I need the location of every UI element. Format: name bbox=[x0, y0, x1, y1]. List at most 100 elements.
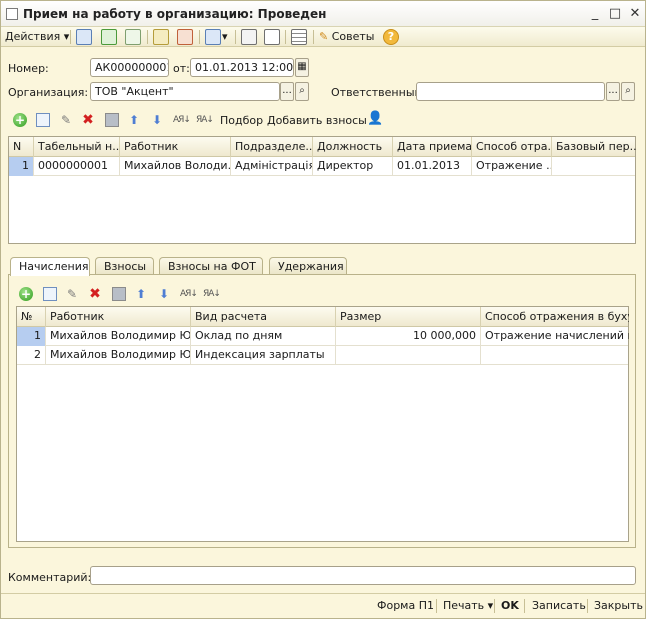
footer-separator bbox=[524, 599, 525, 613]
comment-label: Комментарий: bbox=[8, 571, 92, 584]
move-down-icon[interactable]: ⬇ bbox=[150, 113, 164, 127]
table-cell[interactable]: Индексация зарплаты bbox=[191, 346, 336, 365]
print-button[interactable]: Печать ▾ bbox=[443, 599, 493, 612]
post-and-close-icon[interactable] bbox=[76, 29, 92, 45]
table-cell[interactable]: Отражение начислений п... bbox=[481, 327, 629, 346]
accruals-tab-panel: + ✎ ✖ ⬆ ⬇ AЯ↓ ЯA↓ № Работник Вид расчета… bbox=[8, 274, 636, 548]
number-field[interactable]: АК000000001 bbox=[90, 58, 169, 77]
organization-select-button[interactable]: ... bbox=[280, 82, 294, 101]
add-row-icon[interactable]: + bbox=[13, 113, 27, 127]
move-up-icon[interactable]: ⬆ bbox=[134, 287, 148, 301]
column-header[interactable]: Должность bbox=[313, 137, 393, 157]
form-p1-button[interactable]: Форма П1 bbox=[377, 599, 434, 612]
copy-document-icon[interactable] bbox=[125, 29, 141, 45]
enter-on-basis-icon[interactable] bbox=[205, 29, 221, 45]
search-icon[interactable]: ⌕ bbox=[621, 82, 635, 101]
add-contributions-button[interactable]: Добавить взносы bbox=[267, 114, 367, 127]
tab-contributions[interactable]: Взносы bbox=[95, 257, 154, 275]
maximize-button[interactable]: □ bbox=[607, 6, 623, 22]
table-cell[interactable] bbox=[552, 157, 636, 176]
copy-row-icon[interactable] bbox=[43, 287, 57, 301]
sort-descending-icon[interactable]: ЯA↓ bbox=[196, 113, 214, 127]
tab-payroll-contributions[interactable]: Взносы на ФОТ bbox=[159, 257, 263, 275]
end-edit-icon[interactable] bbox=[105, 113, 119, 127]
table-row[interactable]: 1 0000000001 Михайлов Володи... Адмініст… bbox=[9, 157, 635, 176]
table-cell[interactable]: Адміністрація bbox=[231, 157, 313, 176]
responsible-field[interactable] bbox=[416, 82, 605, 101]
table-cell[interactable]: 10 000,000 bbox=[336, 327, 481, 346]
table-cell[interactable]: Михайлов Володимир Ю... bbox=[46, 346, 191, 365]
sort-ascending-icon[interactable]: AЯ↓ bbox=[173, 113, 191, 127]
save-button[interactable]: Записать bbox=[532, 599, 586, 612]
base-document-icon[interactable] bbox=[153, 29, 169, 45]
row-number-cell[interactable]: 1 bbox=[17, 327, 46, 346]
column-header[interactable]: Работник bbox=[120, 137, 231, 157]
column-header[interactable]: Работник bbox=[46, 307, 191, 327]
column-header[interactable]: Подразделе... bbox=[231, 137, 313, 157]
report-icon[interactable] bbox=[264, 29, 280, 45]
table-cell[interactable] bbox=[481, 346, 629, 365]
delete-row-icon[interactable]: ✖ bbox=[88, 287, 102, 301]
post-icon[interactable] bbox=[101, 29, 117, 45]
table-cell[interactable]: Оклад по дням bbox=[191, 327, 336, 346]
close-button[interactable]: Закрыть bbox=[594, 599, 643, 612]
tab-deductions[interactable]: Удержания bbox=[269, 257, 347, 275]
table-cell[interactable]: Директор bbox=[313, 157, 393, 176]
date-field[interactable]: 01.01.2013 12:00:00 bbox=[190, 58, 294, 77]
sort-descending-icon[interactable]: ЯA↓ bbox=[203, 287, 221, 301]
number-label: Номер: bbox=[8, 62, 49, 75]
pick-button[interactable]: Подбор bbox=[220, 114, 263, 127]
table-row[interactable]: 1 Михайлов Володимир Ю... Оклад по дням … bbox=[17, 327, 629, 346]
column-header[interactable]: Способ отра... bbox=[472, 137, 552, 157]
sort-ascending-icon[interactable]: AЯ↓ bbox=[180, 287, 198, 301]
add-row-icon[interactable]: + bbox=[19, 287, 33, 301]
footer-separator bbox=[494, 599, 495, 613]
search-icon[interactable]: ⌕ bbox=[295, 82, 309, 101]
column-header[interactable]: N bbox=[9, 137, 34, 157]
table-row[interactable]: 2 Михайлов Володимир Ю... Индексация зар… bbox=[17, 346, 628, 365]
actions-menu[interactable]: Действия ▾ bbox=[5, 30, 69, 43]
edit-row-icon[interactable]: ✎ bbox=[59, 113, 73, 127]
person-icon[interactable]: 👤 bbox=[367, 112, 383, 126]
employees-table[interactable]: N Табельный н... Работник Подразделе... … bbox=[8, 136, 636, 244]
table-cell[interactable]: 01.01.2013 bbox=[393, 157, 472, 176]
footer-divider bbox=[1, 593, 645, 594]
responsible-select-button[interactable]: ... bbox=[606, 82, 620, 101]
comment-field[interactable] bbox=[90, 566, 636, 585]
copy-row-icon[interactable] bbox=[36, 113, 50, 127]
column-header[interactable]: Способ отражения в буху... bbox=[481, 307, 629, 327]
end-edit-icon[interactable] bbox=[112, 287, 126, 301]
close-window-button[interactable]: ✕ bbox=[627, 6, 643, 22]
column-header[interactable]: Базовый пер... bbox=[552, 137, 636, 157]
employees-table-header: N Табельный н... Работник Подразделе... … bbox=[9, 137, 636, 157]
table-cell[interactable]: Михайлов Володимир Ю... bbox=[46, 327, 191, 346]
calendar-icon[interactable]: ▦ bbox=[295, 58, 309, 77]
table-cell[interactable]: Михайлов Володи... bbox=[120, 157, 231, 176]
ok-button[interactable]: OK bbox=[501, 599, 519, 612]
organization-field[interactable]: ТОВ "Акцент" bbox=[90, 82, 280, 101]
row-number-cell[interactable]: 2 bbox=[17, 346, 46, 365]
minimize-button[interactable]: _ bbox=[587, 6, 603, 22]
accruals-table[interactable]: № Работник Вид расчета Размер Способ отр… bbox=[16, 306, 629, 542]
row-number-cell[interactable]: 1 bbox=[9, 157, 34, 176]
delete-row-icon[interactable]: ✖ bbox=[81, 113, 95, 127]
chevron-down-icon[interactable]: ▾ bbox=[222, 30, 228, 43]
move-up-icon[interactable]: ⬆ bbox=[127, 113, 141, 127]
move-down-icon[interactable]: ⬇ bbox=[157, 287, 171, 301]
column-header[interactable]: Размер bbox=[336, 307, 481, 327]
subordinate-documents-icon[interactable] bbox=[177, 29, 193, 45]
table-cell[interactable]: 0000000001 bbox=[34, 157, 120, 176]
document-movements-icon[interactable] bbox=[241, 29, 257, 45]
structure-icon[interactable] bbox=[291, 29, 307, 45]
column-header[interactable]: Табельный н... bbox=[34, 137, 120, 157]
table-cell[interactable] bbox=[336, 346, 481, 365]
help-icon[interactable]: ? bbox=[383, 29, 399, 45]
tab-accruals[interactable]: Начисления bbox=[10, 257, 90, 276]
table-cell[interactable]: Отражение ... bbox=[472, 157, 552, 176]
column-header[interactable]: Вид расчета bbox=[191, 307, 336, 327]
advice-button[interactable]: ✎ Советы bbox=[319, 30, 374, 43]
column-header[interactable]: № bbox=[17, 307, 46, 327]
document-window: Прием на работу в организацию: Проведен … bbox=[0, 0, 646, 619]
column-header[interactable]: Дата приема bbox=[393, 137, 472, 157]
edit-row-icon[interactable]: ✎ bbox=[65, 287, 79, 301]
